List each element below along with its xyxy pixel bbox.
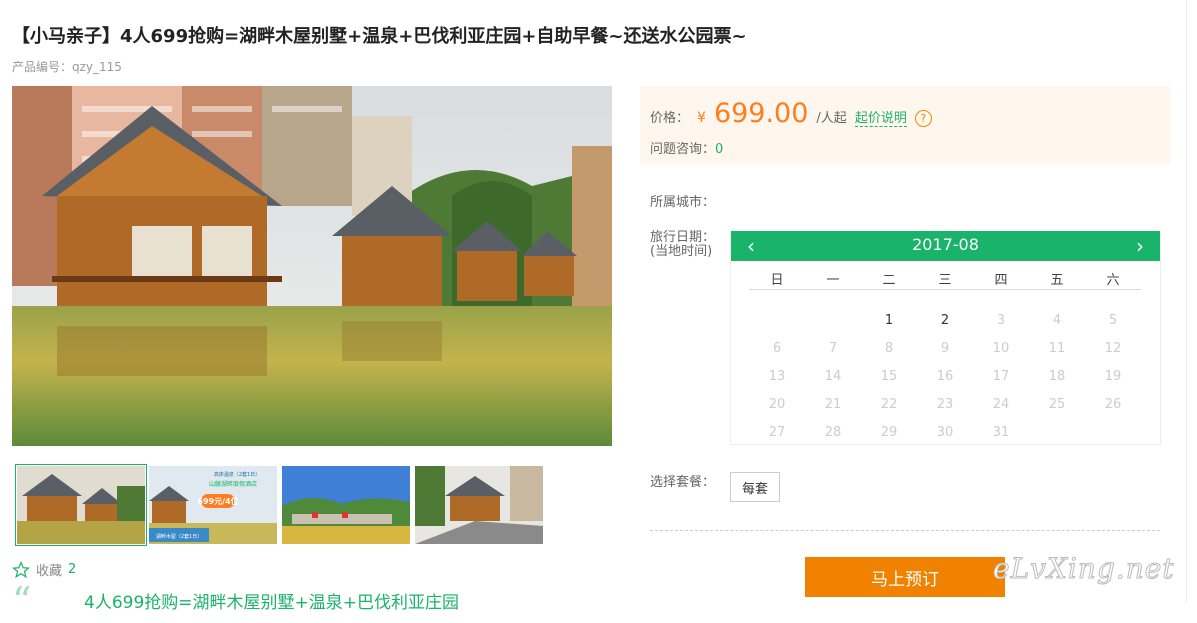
consult-label: 问题咨询： bbox=[650, 142, 716, 157]
consult-row: 问题咨询：0 bbox=[650, 138, 723, 157]
calendar-day: 29 bbox=[880, 425, 898, 440]
calendar-day: 15 bbox=[880, 369, 898, 384]
price-explanation-link[interactable]: 起价说明 bbox=[854, 107, 907, 127]
thumb2-text-3: 湖畔木屋（2套1日） bbox=[156, 533, 202, 540]
thumbnail-1[interactable] bbox=[15, 464, 147, 546]
help-icon[interactable]: ? bbox=[914, 110, 932, 127]
calendar-day: 18 bbox=[1048, 369, 1066, 384]
weekday-tue: 二 bbox=[882, 273, 896, 288]
currency-symbol: ¥ bbox=[697, 110, 706, 126]
product-title: 【小马亲子】4人699抢购=湖畔木屋别墅+温泉+巴伐利亚庄园+自助早餐~还送水公… bbox=[12, 26, 747, 47]
travel-date-label: 旅行日期： (当地时间) bbox=[650, 231, 715, 259]
travel-date-label-2: (当地时间) bbox=[650, 244, 713, 259]
calendar-day[interactable]: 1 bbox=[869, 313, 909, 328]
calendar-day: 30 bbox=[936, 425, 954, 440]
calendar: ‹ 2017-08 › 日 一 二 三 四 五 六 1 2 3 4 5 6 7 8 9 10 11 1… bbox=[730, 231, 1161, 445]
price-value: 699.00 bbox=[713, 98, 809, 129]
divider bbox=[650, 530, 1160, 531]
calendar-day: 4 bbox=[1052, 313, 1062, 328]
next-month-button[interactable]: › bbox=[1136, 234, 1144, 258]
consult-count[interactable]: 0 bbox=[715, 142, 723, 157]
weekday-wed: 三 bbox=[938, 273, 952, 288]
package-option-button[interactable]: 每套 bbox=[730, 472, 780, 502]
calendar-day: 16 bbox=[936, 369, 954, 384]
package-label: 选择套餐： bbox=[650, 475, 716, 490]
watermark: eLvXing.net bbox=[993, 552, 1175, 586]
calendar-day: 31 bbox=[992, 425, 1010, 440]
calendar-day: 11 bbox=[1048, 341, 1066, 356]
favorite-count: 2 bbox=[68, 562, 77, 577]
calendar-day[interactable]: 2 bbox=[925, 313, 965, 328]
weekday-mon: 一 bbox=[826, 273, 840, 288]
thumbnail-2[interactable]: 699元/4位 高床温泉（2套1日） 山腰湖畔度假酒店 湖畔木屋（2套1日） bbox=[149, 466, 277, 544]
calendar-day: 26 bbox=[1104, 397, 1122, 412]
calendar-day: 23 bbox=[936, 397, 954, 412]
weekday-thu: 四 bbox=[994, 273, 1008, 288]
favorite-control[interactable]: 收藏 2 bbox=[12, 560, 76, 579]
calendar-day: 22 bbox=[880, 397, 898, 412]
price-row: 价格： ¥ 699.00 /人起 起价说明 ? bbox=[650, 98, 932, 129]
calendar-day: 24 bbox=[992, 397, 1010, 412]
product-code: 产品编号：qzy_115 bbox=[12, 60, 122, 74]
weekday-divider bbox=[749, 289, 1141, 290]
quote-icon: “ bbox=[12, 579, 32, 623]
favorite-label: 收藏 bbox=[36, 564, 63, 579]
calendar-day: 9 bbox=[940, 341, 950, 356]
description-preview: 4人699抢购=湖畔木屋别墅+温泉+巴伐利亚庄园 bbox=[84, 593, 459, 613]
calendar-day: 14 bbox=[824, 369, 842, 384]
weekday-sun: 日 bbox=[770, 273, 784, 288]
calendar-day: 13 bbox=[768, 369, 786, 384]
calendar-day: 21 bbox=[824, 397, 842, 412]
calendar-day: 8 bbox=[884, 341, 894, 356]
thumb2-text-2: 山腰湖畔度假酒店 bbox=[209, 480, 257, 488]
travel-date-label-1: 旅行日期： bbox=[650, 230, 716, 245]
thumbnail-3[interactable] bbox=[282, 466, 410, 544]
calendar-day: 6 bbox=[772, 341, 782, 356]
thumb2-price-text: 699元/4位 bbox=[197, 496, 238, 506]
price-unit: /人起 bbox=[816, 111, 847, 126]
thumbnail-4[interactable] bbox=[415, 466, 543, 544]
calendar-day: 10 bbox=[992, 341, 1010, 356]
thumb2-text-1: 高床温泉（2套1日） bbox=[214, 471, 260, 478]
calendar-day: 7 bbox=[828, 341, 838, 356]
calendar-day: 12 bbox=[1104, 341, 1122, 356]
calendar-month: 2017-08 bbox=[912, 235, 979, 254]
calendar-day: 5 bbox=[1108, 313, 1118, 328]
right-border bbox=[1186, 0, 1187, 602]
calendar-header: ‹ 2017-08 › bbox=[731, 231, 1160, 261]
calendar-day: 28 bbox=[824, 425, 842, 440]
weekday-fri: 五 bbox=[1050, 273, 1064, 288]
book-now-button[interactable]: 马上预订 bbox=[805, 557, 1005, 597]
city-label: 所属城市： bbox=[650, 195, 716, 210]
calendar-day: 25 bbox=[1048, 397, 1066, 412]
weekday-sat: 六 bbox=[1106, 273, 1120, 288]
calendar-day: 27 bbox=[768, 425, 786, 440]
calendar-day: 20 bbox=[768, 397, 786, 412]
calendar-day: 3 bbox=[996, 313, 1006, 328]
price-label: 价格： bbox=[650, 111, 690, 126]
main-photo bbox=[12, 86, 612, 446]
calendar-day: 17 bbox=[992, 369, 1010, 384]
calendar-day: 19 bbox=[1104, 369, 1122, 384]
star-icon bbox=[12, 560, 30, 578]
